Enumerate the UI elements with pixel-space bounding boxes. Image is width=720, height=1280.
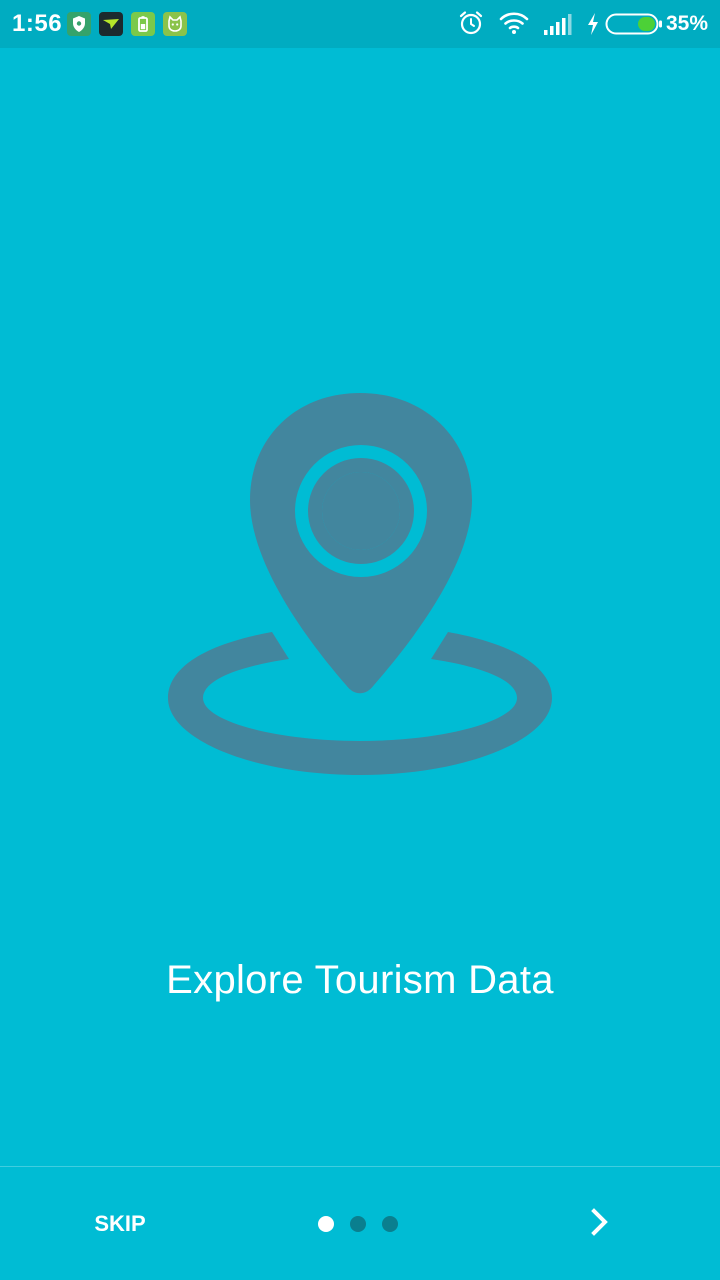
location-pin-icon — [160, 385, 560, 785]
onboarding-title: Explore Tourism Data — [166, 958, 554, 1002]
footer-divider — [0, 1166, 720, 1167]
onboarding-screen: 1:56 35% Explore Tourism Data SKIP — [0, 0, 720, 1280]
charging-icon — [586, 12, 600, 41]
page-dot-3 — [382, 1216, 398, 1232]
status-time: 1:56 — [12, 10, 63, 37]
page-dot-2 — [350, 1216, 366, 1232]
battery-app-icon — [131, 12, 155, 36]
alarm-icon — [457, 9, 485, 42]
battery-percentage: 35% — [665, 12, 708, 35]
page-dot-1 — [318, 1216, 334, 1232]
shield-icon — [67, 12, 91, 36]
paper-plane-icon — [99, 12, 123, 36]
signal-icon — [543, 12, 573, 41]
wifi-icon — [499, 10, 529, 41]
chevron-right-icon — [589, 1207, 611, 1242]
battery-icon — [605, 12, 663, 41]
status-bar: 1:56 35% — [0, 0, 720, 48]
skip-button[interactable]: SKIP — [70, 1196, 170, 1252]
cat-face-icon — [163, 12, 187, 36]
next-button[interactable] — [570, 1196, 630, 1252]
page-indicator — [318, 1216, 398, 1232]
